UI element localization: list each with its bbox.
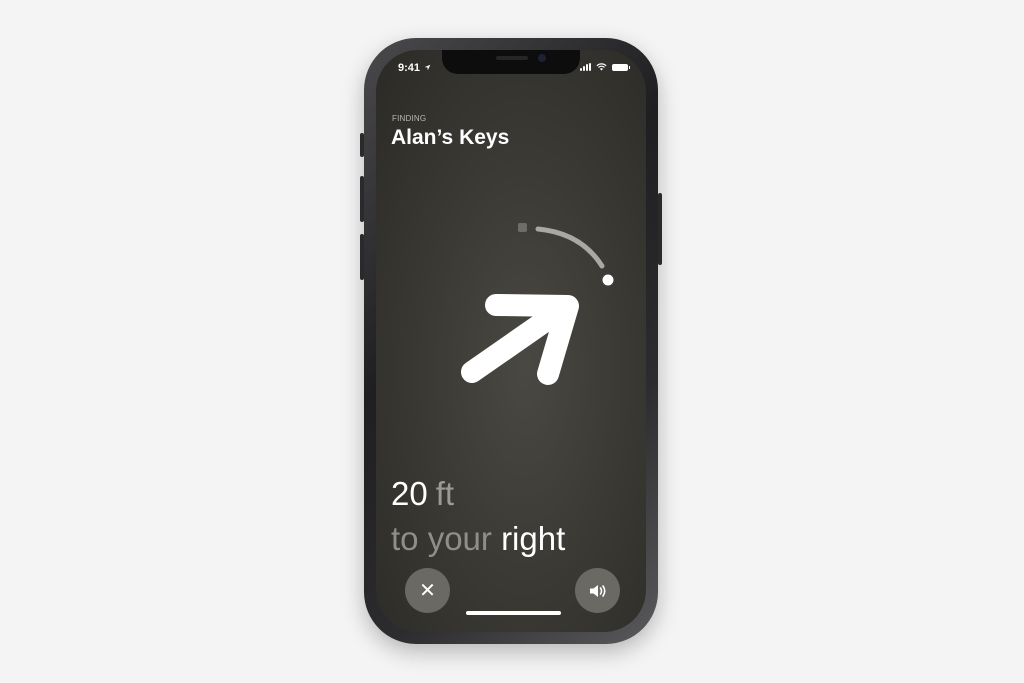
volume-down-button — [360, 234, 364, 280]
silent-switch — [360, 133, 364, 157]
direction-word: right — [501, 520, 566, 557]
speaker-icon — [589, 584, 606, 597]
direction-arrow-icon — [461, 294, 579, 385]
volume-up-button — [360, 176, 364, 222]
close-icon: ✕ — [419, 580, 436, 602]
phone-frame: 9:41 FINDING Alan’s Keys 20 ft to your r… — [360, 38, 662, 644]
play-sound-button[interactable] — [575, 568, 620, 613]
direction-text: to your right — [391, 520, 565, 558]
distance-readout: 20 ft — [391, 475, 454, 513]
screen: 9:41 FINDING Alan’s Keys 20 ft to your r… — [376, 50, 646, 632]
home-indicator[interactable] — [466, 611, 561, 615]
distance-unit: ft — [435, 475, 455, 512]
direction-arc — [535, 226, 605, 269]
close-button[interactable]: ✕ — [405, 568, 450, 613]
target-dot — [602, 274, 614, 286]
direction-prefix: to your — [391, 520, 492, 557]
distance-value: 20 — [391, 475, 428, 512]
power-button — [658, 193, 662, 265]
origin-marker — [518, 223, 527, 232]
